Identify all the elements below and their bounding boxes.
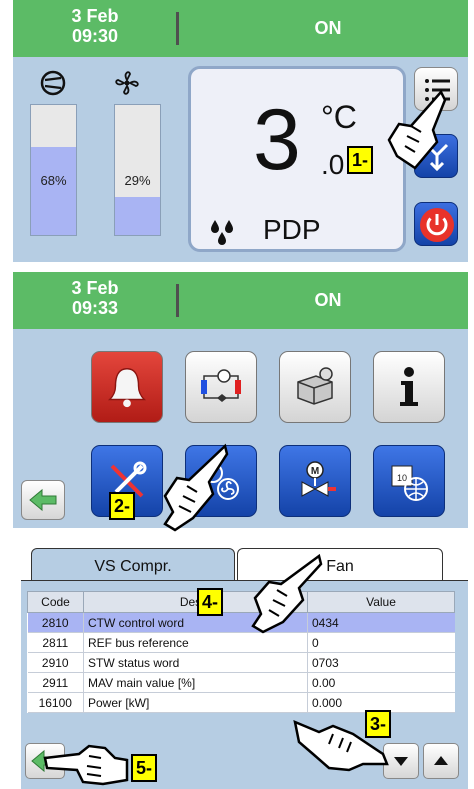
step-callout-5: 5- xyxy=(131,754,158,782)
cell-code: 2910 xyxy=(27,652,84,673)
scroll-up-button[interactable] xyxy=(423,743,459,779)
status-datetime: 3 Feb 09:30 xyxy=(55,6,135,46)
refrigeration-circuit-icon xyxy=(201,369,241,402)
compressor-level-label: 68% xyxy=(40,173,67,188)
calendar-network-tile[interactable]: 10 xyxy=(373,445,445,517)
status-divider xyxy=(176,284,179,317)
cell-value: 0703 xyxy=(307,652,455,673)
alarms-tile[interactable] xyxy=(91,351,163,423)
table-row[interactable]: 2910 STW status word 0703 xyxy=(27,652,455,673)
menu-body: M 10 xyxy=(13,329,468,528)
calendar-network-icon: 10 xyxy=(391,465,428,501)
cell-code: 2911 xyxy=(27,672,84,693)
cell-description: MAV main value [%] xyxy=(83,672,308,693)
arrow-up-icon xyxy=(434,756,448,765)
table-row[interactable]: 2911 MAV main value [%] 0.00 xyxy=(27,672,455,693)
cell-description: Power [kW] xyxy=(83,692,308,713)
temperature-decimal: .0 xyxy=(321,149,345,180)
status-divider xyxy=(176,12,179,45)
svg-text:M: M xyxy=(311,466,319,477)
fan-level-fill xyxy=(115,197,160,235)
status-time: 09:33 xyxy=(71,298,119,318)
status-date: 3 Feb xyxy=(71,278,119,298)
status-date: 3 Feb xyxy=(71,6,119,26)
pointing-hand-icon xyxy=(163,443,229,532)
info-tile[interactable] xyxy=(373,351,445,423)
info-icon xyxy=(400,367,418,406)
status-state: ON xyxy=(314,18,342,38)
status-bar: 3 Feb 09:30 ON xyxy=(13,0,468,57)
column-header-code: Code xyxy=(27,591,84,613)
fan-icon xyxy=(115,71,139,95)
arrow-down-icon xyxy=(394,757,408,766)
svg-text:10: 10 xyxy=(397,473,407,483)
cell-value: 0 xyxy=(307,632,455,653)
cell-description: STW status word xyxy=(83,652,308,673)
fan-level-label: 29% xyxy=(124,173,151,188)
step-callout-4: 4- xyxy=(197,588,224,616)
temperature-display: 3 °C .0 PDP xyxy=(188,66,406,252)
cell-value: 0.00 xyxy=(307,672,455,693)
step-callout-3: 3- xyxy=(365,710,392,738)
parameters-screen: VS Compr. Fan Code Descr Value 2810 CTW … xyxy=(21,540,468,789)
cell-code: 2810 xyxy=(27,612,84,633)
status-bar: 3 Feb 09:33 ON xyxy=(13,272,468,329)
machine-settings-tile[interactable] xyxy=(279,351,351,423)
step-callout-2: 2- xyxy=(109,492,136,520)
fan-level-bar: 29% xyxy=(114,104,161,236)
motor-valve-tile[interactable]: M xyxy=(279,445,351,517)
arrow-left-icon xyxy=(29,488,57,512)
temperature-integer: 3 xyxy=(253,92,301,188)
status-time: 09:30 xyxy=(71,26,119,46)
status-datetime: 3 Feb 09:33 xyxy=(55,278,135,318)
step-callout-1: 1- xyxy=(347,146,374,174)
pointing-hand-icon xyxy=(387,89,447,170)
power-icon xyxy=(420,208,454,242)
motor-valve-icon: M xyxy=(301,461,336,497)
cell-value: 0434 xyxy=(307,612,455,633)
pointing-hand-icon xyxy=(251,553,323,634)
water-drops-icon xyxy=(211,220,233,245)
menu-screen: 3 Feb 09:33 ON M 10 2- xyxy=(13,272,468,532)
compressor-level-fill xyxy=(31,146,76,235)
cell-code: 16100 xyxy=(27,692,84,713)
compressor-icon xyxy=(40,70,66,96)
column-header-value: Value xyxy=(307,591,455,613)
bell-icon xyxy=(107,368,147,408)
compressor-level-bar: 68% xyxy=(30,104,77,236)
refrigeration-circuit-tile[interactable] xyxy=(185,351,257,423)
measure-label: PDP xyxy=(263,214,321,245)
temperature-unit: °C xyxy=(321,99,357,135)
power-button[interactable] xyxy=(414,202,458,246)
machine-settings-icon xyxy=(297,367,333,405)
cell-code: 2811 xyxy=(27,632,84,653)
back-button[interactable] xyxy=(21,480,65,520)
home-screen: 3 Feb 09:30 ON 68% 29% 3 °C .0 PDP 1- xyxy=(13,0,468,262)
pointing-hand-icon xyxy=(43,744,129,786)
status-state: ON xyxy=(314,290,342,310)
